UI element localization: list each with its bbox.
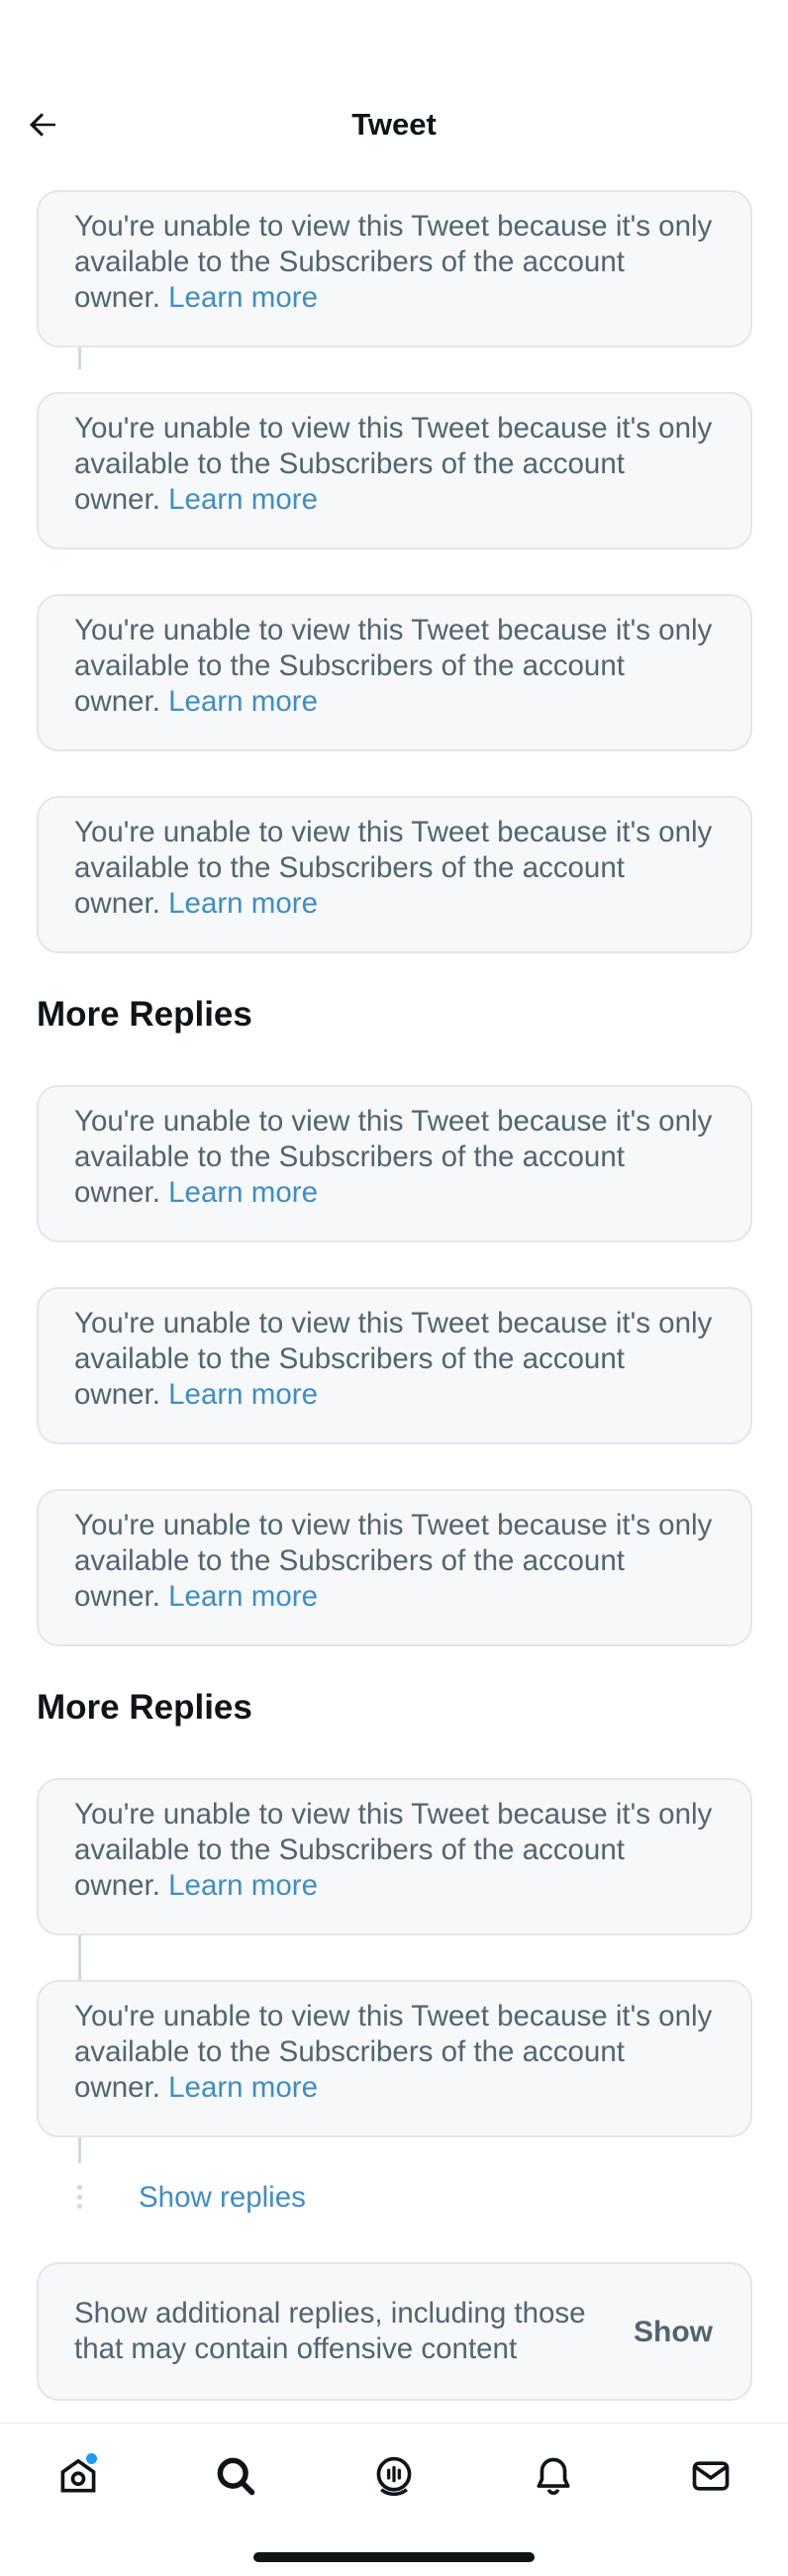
- show-replies-link[interactable]: Show replies: [139, 2181, 306, 2215]
- more-replies-heading: More Replies: [37, 1688, 252, 1727]
- tab-messages[interactable]: [676, 2441, 745, 2511]
- additional-replies-text: Show additional replies, including those…: [74, 2297, 586, 2365]
- restricted-tweet-card: You're unable to view this Tweet because…: [37, 392, 752, 549]
- notifications-icon: [537, 2457, 570, 2495]
- learn-more-link[interactable]: Learn more: [168, 1378, 318, 1411]
- learn-more-link[interactable]: Learn more: [168, 685, 318, 718]
- learn-more-link[interactable]: Learn more: [168, 887, 318, 920]
- more-replies-heading: More Replies: [37, 995, 252, 1034]
- learn-more-link[interactable]: Learn more: [168, 1869, 318, 1902]
- search-icon: [217, 2457, 255, 2496]
- tab-spaces[interactable]: [359, 2441, 429, 2511]
- restricted-tweet-card: You're unable to view this Tweet because…: [37, 190, 752, 347]
- thread-connector: [78, 2137, 81, 2163]
- messages-icon: [692, 2461, 730, 2491]
- learn-more-link[interactable]: Learn more: [168, 281, 318, 314]
- restricted-tweet-card: You're unable to view this Tweet because…: [37, 594, 752, 751]
- unread-dot: [86, 2453, 97, 2464]
- learn-more-link[interactable]: Learn more: [168, 1176, 318, 1209]
- thread-connector: [78, 1935, 81, 1980]
- restricted-tweet-card: You're unable to view this Tweet because…: [37, 1778, 752, 1935]
- additional-replies-card: Show additional replies, including those…: [37, 2262, 752, 2401]
- restricted-tweet-card: You're unable to view this Tweet because…: [37, 1489, 752, 1646]
- restricted-tweet-card: You're unable to view this Tweet because…: [37, 796, 752, 953]
- tab-notifications[interactable]: [519, 2441, 588, 2511]
- learn-more-link[interactable]: Learn more: [168, 2071, 318, 2104]
- more-dots-icon: [76, 2185, 82, 2209]
- tab-search[interactable]: [201, 2441, 270, 2511]
- learn-more-link[interactable]: Learn more: [168, 483, 318, 516]
- page-title: Tweet: [351, 107, 437, 142]
- home-indicator: [253, 2552, 535, 2562]
- tab-home[interactable]: [44, 2441, 113, 2511]
- thread-connector: [78, 347, 81, 369]
- spaces-icon: [376, 2456, 412, 2497]
- show-additional-replies-button[interactable]: Show: [634, 2316, 713, 2349]
- restricted-tweet-card: You're unable to view this Tweet because…: [37, 1287, 752, 1444]
- bottom-tab-bar: [0, 2423, 788, 2531]
- show-replies-row[interactable]: Show replies: [37, 2179, 752, 2223]
- learn-more-link[interactable]: Learn more: [168, 1580, 318, 1613]
- restricted-tweet-card: You're unable to view this Tweet because…: [37, 1085, 752, 1242]
- top-bar: Tweet: [0, 89, 788, 158]
- restricted-tweet-card: You're unable to view this Tweet because…: [37, 1980, 752, 2137]
